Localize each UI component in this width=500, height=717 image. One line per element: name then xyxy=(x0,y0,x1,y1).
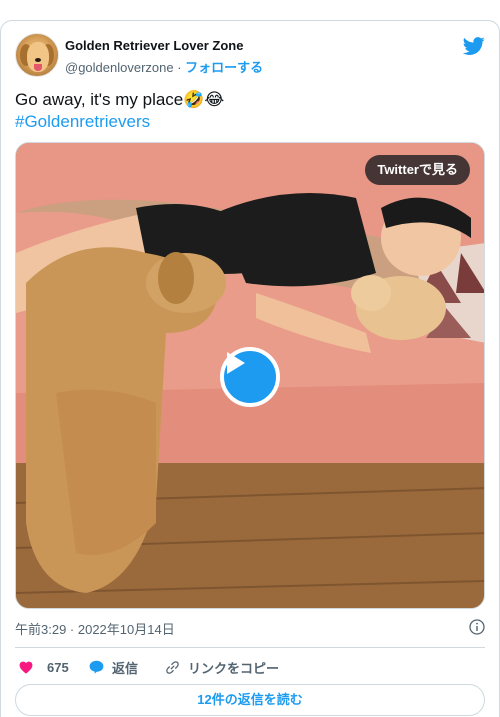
link-icon xyxy=(166,660,179,674)
heart-icon xyxy=(19,661,33,674)
reply-button[interactable]: 返信 xyxy=(89,657,138,677)
tweet-body: Go away, it's my place🤣😂 #Goldenretrieve… xyxy=(15,89,485,133)
video-player[interactable]: Twitterで見る xyxy=(15,142,485,609)
hashtag-link[interactable]: #Goldenretrievers xyxy=(15,111,485,133)
tweet-actions: 675 返信 リンクをコピー xyxy=(15,657,485,677)
divider xyxy=(15,647,485,648)
copy-link-button[interactable]: リンクをコピー xyxy=(165,657,279,677)
reply-label: 返信 xyxy=(112,660,139,676)
handle-separator: · xyxy=(173,60,186,75)
twitter-logo-icon[interactable] xyxy=(463,35,485,57)
tweet-card: Golden Retriever Lover Zone @goldenlover… xyxy=(0,20,500,717)
play-button[interactable] xyxy=(220,347,280,407)
tweet-timestamp[interactable]: 午前3:29 · 2022年10月14日 xyxy=(15,619,175,638)
watch-on-twitter-button[interactable]: Twitterで見る xyxy=(365,155,470,185)
account-handle-row: @goldenloverzone · フォローする xyxy=(65,57,263,76)
read-replies-button[interactable]: 12件の返信を読む xyxy=(15,684,485,716)
follow-link[interactable]: フォローする xyxy=(185,60,263,75)
copy-link-label: リンクをコピー xyxy=(188,660,280,676)
tweet-header: Golden Retriever Lover Zone @goldenlover… xyxy=(15,33,485,77)
account-name[interactable]: Golden Retriever Lover Zone xyxy=(65,38,243,53)
tweet-text: Go away, it's my place🤣😂 xyxy=(15,90,225,109)
reply-bubble-icon xyxy=(89,660,104,674)
like-button[interactable]: 675 xyxy=(19,657,69,677)
info-icon[interactable] xyxy=(469,619,485,635)
avatar[interactable] xyxy=(15,33,59,77)
account-handle[interactable]: @goldenloverzone xyxy=(65,60,174,75)
like-count: 675 xyxy=(47,659,69,675)
play-icon xyxy=(227,352,245,374)
